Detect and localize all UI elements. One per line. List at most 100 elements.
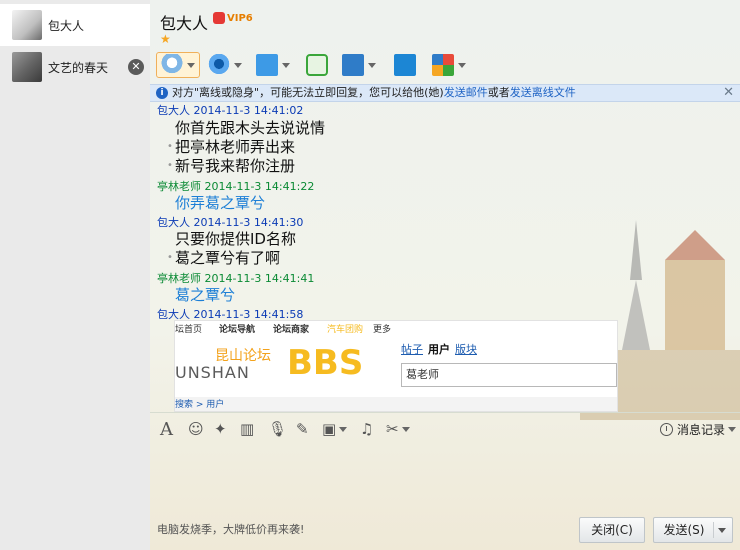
- forum-logo: 昆山论坛 UNSHAN BBS: [175, 343, 385, 385]
- chat-title: 包大人: [160, 14, 209, 33]
- emoji-button[interactable]: ☺: [188, 419, 204, 439]
- forum-nav: 坛首页 论坛导航 论坛商家 汽车团购 更多: [175, 321, 617, 335]
- crown-icon: [213, 12, 225, 24]
- vip-label: VIP6: [227, 13, 253, 24]
- close-icon[interactable]: ✕: [723, 85, 734, 101]
- contact-name: 包大人: [48, 18, 85, 33]
- font-button[interactable]: A: [160, 418, 173, 440]
- message-time: 2014-11-3 14:41:02: [193, 104, 304, 117]
- notice-message: 对方"离线或隐身"，可能无法立即回复，您可以给他(她): [172, 86, 444, 99]
- forum-nav-item: 论坛商家: [273, 325, 310, 335]
- send-email-link[interactable]: 发送邮件: [444, 86, 488, 99]
- screenshot-button[interactable]: ✂: [386, 419, 410, 439]
- apps-button[interactable]: [432, 52, 466, 78]
- logo-bbs: BBS: [287, 343, 364, 383]
- message-text: 葛之覃兮有了啊: [175, 249, 281, 267]
- remote-assist-button[interactable]: [342, 52, 376, 78]
- vip-badge: VIP6: [213, 12, 253, 24]
- message-text: 把亭林老师弄出来: [175, 138, 296, 156]
- chat-window: 包大人 VIP6 ★ i 对方"离线或隐身"，可能无法立即回复，您可以给他(她)…: [150, 0, 740, 550]
- forum-nav-item: 汽车团购: [327, 325, 364, 335]
- chevron-down-icon: [339, 426, 348, 432]
- message-text: 新号我来帮你注册: [175, 157, 296, 175]
- chevron-down-icon: [401, 426, 410, 432]
- contact-item-wenyi[interactable]: 文艺的春天 ✕: [0, 46, 150, 88]
- ad-text[interactable]: 电脑发烧季，大牌低价再来袭!: [157, 521, 304, 537]
- divider: [713, 522, 714, 538]
- chevron-down-icon: [718, 528, 726, 533]
- offline-notice-bar: i 对方"离线或隐身"，可能无法立即回复，您可以给他(她)发送邮件或者发送离线文…: [150, 84, 740, 102]
- image-icon: ▣: [322, 420, 337, 438]
- video-call-button[interactable]: [208, 52, 242, 78]
- star-icon: ★: [160, 32, 171, 46]
- search-field: 葛老师: [401, 363, 617, 387]
- breadcrumb: 搜索 > 用户: [175, 397, 617, 411]
- clock-icon: [659, 423, 673, 436]
- forum-nav-item: 论坛导航: [219, 325, 256, 335]
- logo-chinese: 昆山论坛: [215, 348, 271, 364]
- microphone-icon: 🎙: [268, 420, 288, 438]
- sender-name: 包大人: [157, 104, 190, 117]
- send-offline-file-link[interactable]: 发送离线文件: [510, 86, 576, 99]
- create-discussion-button[interactable]: [306, 52, 328, 78]
- add-chat-icon: [306, 54, 328, 76]
- chevron-down-icon: [234, 62, 242, 68]
- bullet-icon: •: [167, 141, 173, 152]
- send-button[interactable]: 发送(S): [653, 517, 733, 543]
- chat-toolbar: [154, 50, 740, 80]
- tab-posts: 帖子: [401, 343, 423, 356]
- search-tabs: 帖子 用户 版块: [401, 341, 482, 357]
- avatar: [12, 10, 42, 40]
- chevron-down-icon: [368, 62, 376, 68]
- voice-message-button[interactable]: 🎙: [268, 419, 287, 439]
- notice-or: 或者: [487, 86, 510, 99]
- music-button[interactable]: ♫: [360, 419, 373, 439]
- message-text: 葛之覃兮: [175, 286, 236, 304]
- message-header: 包大人 2014-11-3 14:41:02: [157, 102, 303, 118]
- message-input[interactable]: [150, 444, 740, 514]
- forum-nav-item: 更多: [373, 325, 392, 335]
- screenshot-image[interactable]: 坛首页 论坛导航 论坛商家 汽车团购 更多 昆山论坛 UNSHAN BBS 帖子…: [174, 320, 618, 412]
- logo-english: UNSHAN: [175, 363, 250, 382]
- avatar: [12, 52, 42, 82]
- screen-icon: [342, 54, 364, 76]
- forum-nav-item: 坛首页: [175, 325, 203, 335]
- message-history: 包大人 2014-11-3 14:41:02 你首先跟木头去说说情 • 把亭林老…: [150, 102, 740, 412]
- webcam-icon: [208, 54, 230, 76]
- share-screen-button[interactable]: [394, 52, 416, 78]
- input-toolbar: A ☺ ✦ ▥ 🎙 ✎ ▣ ♫ ✂ 消息记录: [150, 412, 740, 444]
- font-icon: A: [160, 418, 173, 440]
- bullet-icon: •: [167, 252, 173, 263]
- doodle-button[interactable]: ✎: [296, 419, 309, 439]
- chevron-down-icon: [458, 62, 466, 68]
- send-image-button[interactable]: ▣: [322, 419, 348, 439]
- voice-call-button[interactable]: [156, 52, 200, 78]
- message-history-button[interactable]: 消息记录: [659, 421, 736, 438]
- bullet-icon: •: [167, 160, 173, 171]
- close-button[interactable]: 关闭(C): [579, 517, 645, 543]
- contact-name: 文艺的春天: [48, 60, 109, 75]
- music-note-icon: ♫: [360, 420, 374, 438]
- scissors-icon: ✂: [386, 420, 399, 438]
- history-label: 消息记录: [676, 423, 725, 437]
- chevron-down-icon: [282, 62, 290, 68]
- send-label: 发送(S): [663, 523, 705, 537]
- magic-wand-icon: ✦: [214, 420, 227, 438]
- close-icon[interactable]: ✕: [128, 59, 144, 75]
- chevron-down-icon: [728, 427, 736, 432]
- info-icon: i: [156, 87, 168, 99]
- apps-grid-icon: [432, 54, 454, 76]
- gif-button[interactable]: ▥: [240, 419, 254, 439]
- tab-boards: 版块: [455, 343, 477, 356]
- message-text: 你首先跟木头去说说情: [175, 119, 326, 137]
- contact-item-baodaren[interactable]: 包大人: [0, 4, 150, 46]
- contact-sidebar: 包大人 文艺的春天 ✕: [0, 0, 150, 550]
- tab-users: 用户: [428, 343, 450, 356]
- nudge-button[interactable]: ✦: [214, 419, 227, 439]
- send-file-button[interactable]: [256, 52, 290, 78]
- microphone-icon: [161, 54, 183, 76]
- message-text: 你弄葛之覃兮: [175, 194, 266, 212]
- monitor-arrow-icon: [394, 54, 416, 76]
- message-text: 只要你提供ID名称: [175, 230, 296, 248]
- chevron-down-icon: [187, 62, 195, 68]
